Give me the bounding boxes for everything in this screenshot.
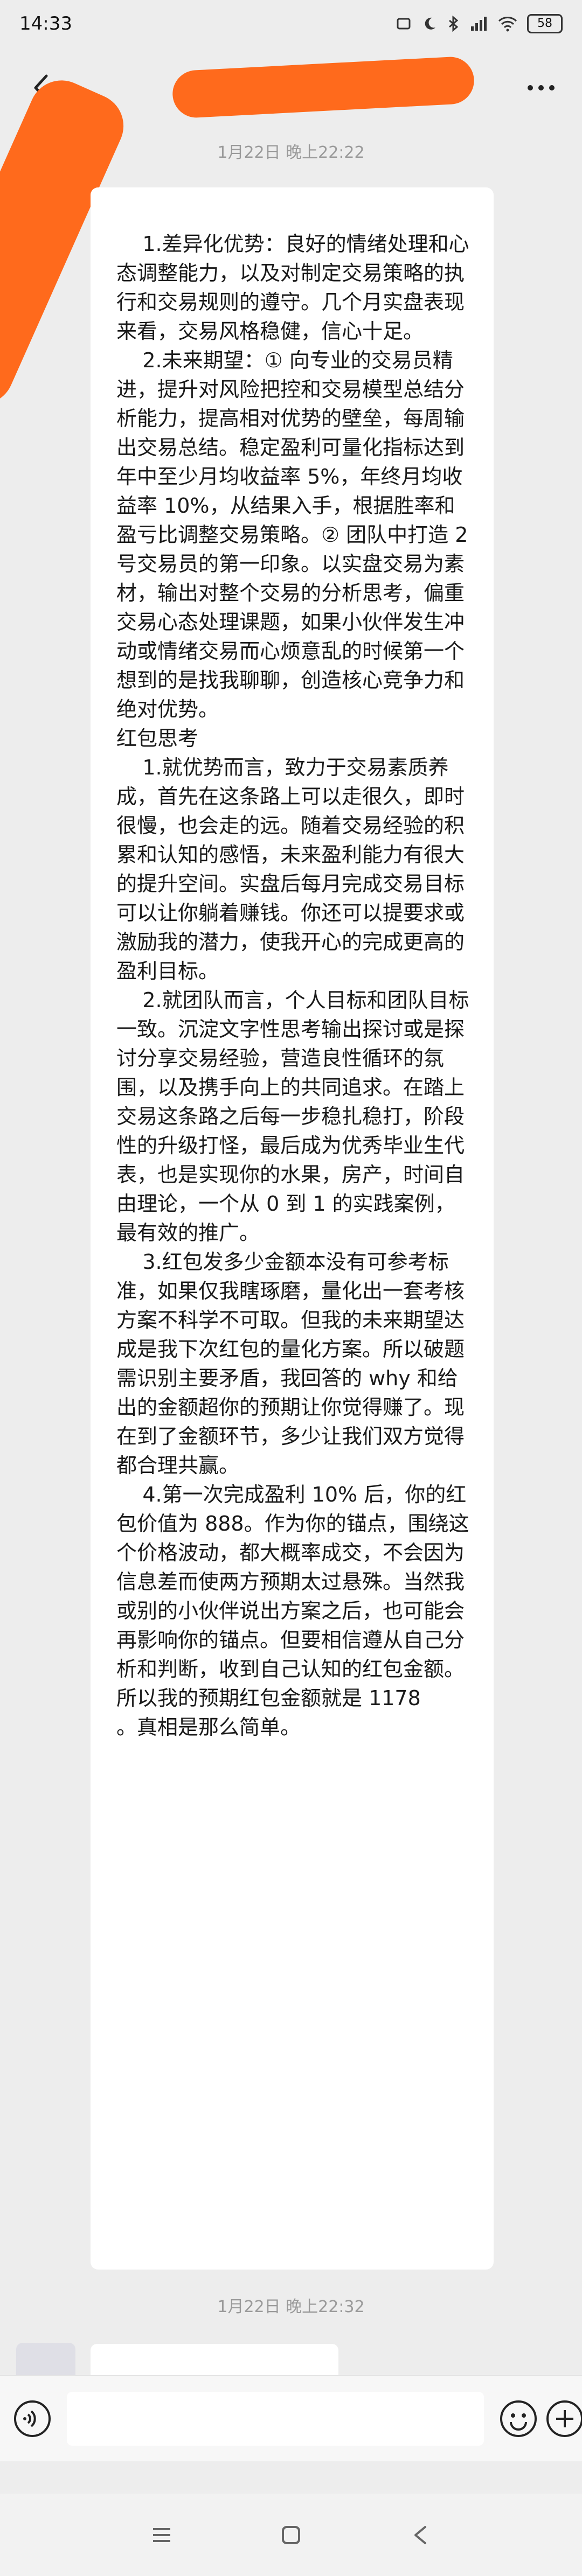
wifi-icon <box>498 17 517 32</box>
menu-icon <box>153 2528 170 2542</box>
message-input[interactable] <box>67 2391 484 2446</box>
message-bubble[interactable]: 1.差异化优势：良好的情绪处理和心态调整能力，以及对制定交易策略的执行和交易规则… <box>91 187 494 2270</box>
system-nav-bar <box>0 2494 582 2576</box>
voice-button[interactable] <box>13 2397 52 2440</box>
status-bar: 14:33 58 <box>0 0 582 47</box>
plus-circle-icon <box>546 2400 582 2437</box>
moon-icon <box>425 17 435 30</box>
battery-indicator: 58 <box>527 14 563 33</box>
message-timestamp: 1月22日 晚上22:22 <box>217 143 365 162</box>
add-button[interactable] <box>545 2397 582 2440</box>
more-dots-icon <box>528 85 555 90</box>
message-bubble-partial[interactable] <box>91 2344 338 2376</box>
emoji-button[interactable] <box>499 2397 538 2440</box>
message-text: 1.差异化优势：良好的情绪处理和心态调整能力，以及对制定交易策略的执行和交易规则… <box>116 232 469 1739</box>
signal-icon <box>471 17 487 31</box>
system-back-button[interactable] <box>399 2514 442 2557</box>
chat-input-bar <box>0 2375 582 2461</box>
bluetooth-icon <box>449 16 459 32</box>
voice-icon <box>14 2400 51 2437</box>
home-button[interactable] <box>269 2514 313 2557</box>
status-icons: 58 <box>396 14 563 33</box>
back-triangle-icon <box>414 2525 426 2544</box>
status-time: 14:33 <box>19 13 72 34</box>
message-timestamp-2: 1月22日 晚上22:32 <box>217 2298 365 2316</box>
emoji-icon <box>500 2400 537 2437</box>
notification-icon <box>397 18 411 30</box>
home-square-icon <box>282 2525 300 2544</box>
recent-apps-button[interactable] <box>140 2514 183 2557</box>
more-button[interactable] <box>519 66 563 109</box>
avatar[interactable] <box>16 2343 75 2375</box>
